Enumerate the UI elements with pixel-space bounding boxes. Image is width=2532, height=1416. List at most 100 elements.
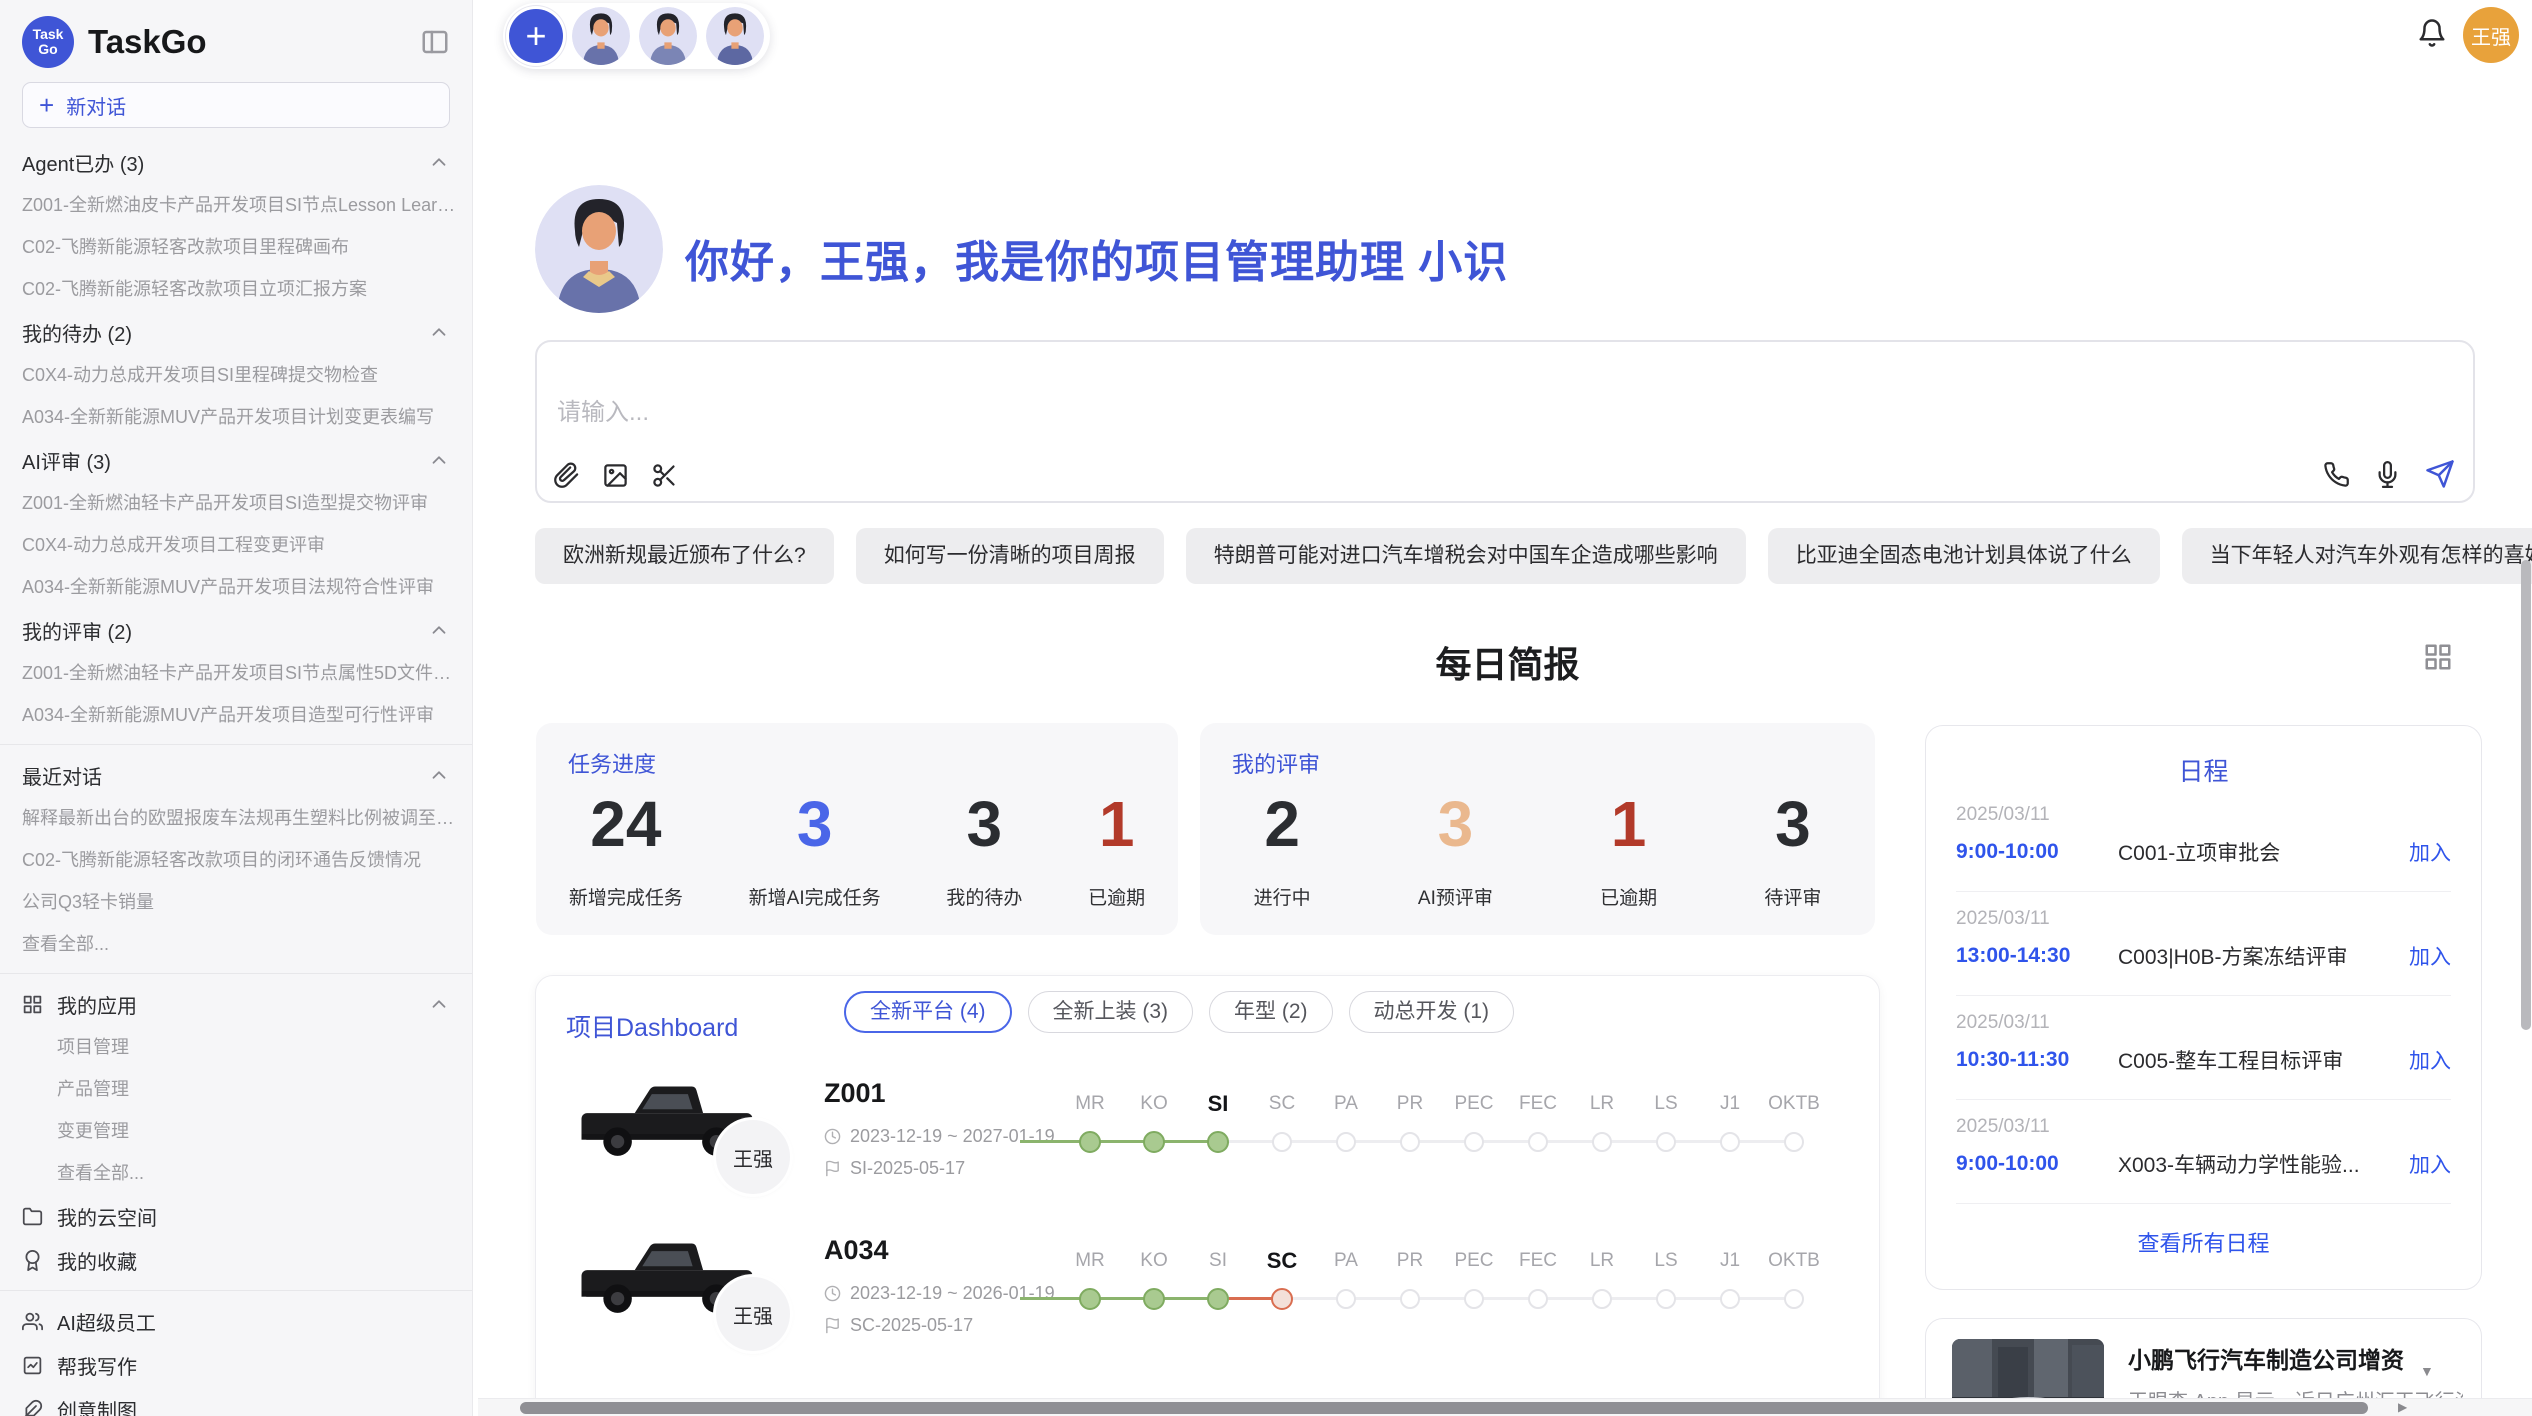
project-row[interactable]: 王强Z0012023-12-19 ~ 2027-01-19SI-2025-05-… — [536, 1034, 1879, 1191]
sidebar-task-item[interactable]: A034-全新新能源MUV产品开发项目造型可行性评审 — [0, 694, 472, 736]
chevron-up-icon — [428, 619, 450, 641]
new-chat-button[interactable]: + 新对话 — [22, 82, 450, 128]
write-icon — [22, 1355, 43, 1376]
sidebar-tool-draw[interactable]: 创意制图 — [0, 1387, 472, 1416]
attach-file-icon[interactable] — [553, 462, 580, 489]
sidebar-task-item[interactable]: A034-全新新能源MUV产品开发项目法规符合性评审 — [0, 566, 472, 608]
suggestion-chip[interactable]: 欧洲新规最近颁布了什么? — [535, 528, 834, 584]
join-meeting-link[interactable]: 加入 — [2409, 1149, 2451, 1179]
logo-line2: Go — [38, 42, 57, 57]
notification-bell-icon[interactable] — [2417, 18, 2447, 48]
sidebar-item-my-apps[interactable]: 我的应用 — [0, 982, 472, 1026]
sidebar-recent-item[interactable]: 解释最新出台的欧盟报废车法规再生塑料比例被调至15%... — [0, 797, 472, 839]
milestone-label: KO — [1122, 1089, 1186, 1119]
vertical-scrollbar-thumb[interactable] — [2521, 560, 2531, 1030]
session-avatar[interactable] — [572, 7, 630, 65]
milestone-dot — [1592, 1132, 1612, 1152]
sidebar-task-item[interactable]: Z001-全新燃油轻卡产品开发项目SI造型提交物评审 — [0, 482, 472, 524]
screenshot-icon[interactable] — [651, 462, 678, 489]
project-row[interactable]: 王强A0342023-12-19 ~ 2026-01-19SC-2025-05-… — [536, 1191, 1879, 1348]
clock-icon — [824, 1285, 841, 1302]
stat-item: 2进行中 — [1254, 787, 1311, 910]
attach-image-icon[interactable] — [602, 462, 629, 489]
dashboard-tab[interactable]: 全新上装 (3) — [1028, 991, 1194, 1033]
sidebar-recent-item[interactable]: C02-飞腾新能源轻客改款项目的闭环通告反馈情况 — [0, 839, 472, 881]
divider — [0, 973, 472, 974]
milestone-label: J1 — [1698, 1246, 1762, 1276]
session-avatar[interactable] — [639, 7, 697, 65]
milestone-dot — [1656, 1289, 1676, 1309]
scroll-down-arrow-icon[interactable]: ▼ — [2420, 1363, 2434, 1379]
horizontal-scrollbar-thumb[interactable] — [520, 1402, 2368, 1414]
milestone-label: FEC — [1506, 1089, 1570, 1119]
suggestion-chip[interactable]: 特朗普可能对进口汽车增税会对中国车企造成哪些影响 — [1186, 528, 1746, 584]
sidebar-recent-item[interactable]: 查看全部... — [0, 923, 472, 965]
suggestion-chip[interactable]: 当下年轻人对汽车外观有怎样的喜好趋势 — [2182, 528, 2532, 584]
sidebar-app-item[interactable]: 查看全部... — [0, 1152, 472, 1194]
sidebar-app-item[interactable]: 项目管理 — [0, 1026, 472, 1068]
sidebar-item-folder[interactable]: 我的云空间 — [0, 1194, 472, 1238]
add-session-button[interactable]: + — [509, 9, 563, 63]
milestone-dot — [1784, 1132, 1804, 1152]
sidebar-item-collection[interactable]: 我的收藏 — [0, 1238, 472, 1282]
send-icon[interactable] — [2425, 459, 2455, 489]
chevron-up-icon — [428, 449, 450, 471]
milestone-label: KO — [1122, 1246, 1186, 1276]
daily-briefing-title: 每日简报 — [535, 636, 2480, 688]
milestone-dot — [1592, 1289, 1612, 1309]
collapse-sidebar-icon[interactable] — [420, 27, 450, 57]
user-avatar-badge[interactable]: 王强 — [2463, 7, 2519, 63]
session-avatars — [572, 7, 764, 65]
schedule-date: 2025/03/11 — [1956, 1116, 2451, 1138]
scroll-right-arrow-icon[interactable]: ▶ — [2398, 1400, 2407, 1414]
sidebar-task-item[interactable]: Z001-全新燃油皮卡产品开发项目SI节点Lesson Learn报告 — [0, 184, 472, 226]
sidebar-task-item[interactable]: C0X4-动力总成开发项目工程变更评审 — [0, 524, 472, 566]
briefing-layout-icon[interactable] — [2423, 642, 2453, 672]
sidebar-section-header[interactable]: 我的待办 (2) — [0, 310, 472, 354]
view-all-schedule-link[interactable]: 查看所有日程 — [1926, 1226, 2481, 1258]
sidebar-section-header[interactable]: AI评审 (3) — [0, 438, 472, 482]
schedule-item: 2025/03/119:00-10:00X003-车辆动力学性能验...加入 — [1956, 1100, 2451, 1204]
join-meeting-link[interactable]: 加入 — [2409, 941, 2451, 971]
suggestion-chip[interactable]: 如何写一份清晰的项目周报 — [856, 528, 1164, 584]
sidebar-task-item[interactable]: A034-全新新能源MUV产品开发项目计划变更表编写 — [0, 396, 472, 438]
sidebar-task-item[interactable]: C0X4-动力总成开发项目SI里程碑提交物检查 — [0, 354, 472, 396]
stat-label: 新增AI完成任务 — [749, 883, 881, 910]
sidebar-app-item[interactable]: 变更管理 — [0, 1110, 472, 1152]
sidebar-task-item[interactable]: Z001-全新燃油轻卡产品开发项目SI节点属性5D文件评审 — [0, 652, 472, 694]
dashboard-tab[interactable]: 动总开发 (1) — [1349, 991, 1515, 1033]
stat-item: 1已逾期 — [1600, 787, 1657, 910]
dashboard-tab[interactable]: 年型 (2) — [1209, 991, 1333, 1033]
sidebar-app-item[interactable]: 产品管理 — [0, 1068, 472, 1110]
sidebar-task-item[interactable]: C02-飞腾新能源轻客改款项目立项汇报方案 — [0, 268, 472, 310]
message-input[interactable] — [555, 398, 1559, 428]
owner-avatar: 王强 — [716, 1120, 790, 1194]
sidebar-section-header-title: Agent已办 (3) — [22, 148, 428, 177]
sidebar-tool-ai-staff[interactable]: AI超级员工 — [0, 1299, 472, 1343]
sidebar-task-item[interactable]: C02-飞腾新能源轻客改款项目里程碑画布 — [0, 226, 472, 268]
schedule-date: 2025/03/11 — [1956, 804, 2451, 826]
stat-item: 3新增AI完成任务 — [749, 787, 881, 910]
sidebar-recent-item[interactable]: 公司Q3轻卡销量 — [0, 881, 472, 923]
milestone-dot — [1207, 1131, 1229, 1153]
session-avatar[interactable] — [706, 7, 764, 65]
suggestion-chips: 欧洲新规最近颁布了什么? 如何写一份清晰的项目周报特朗普可能对进口汽车增税会对中国… — [535, 528, 2532, 584]
milestone-dot — [1656, 1132, 1676, 1152]
join-meeting-link[interactable]: 加入 — [2409, 837, 2451, 867]
join-meeting-link[interactable]: 加入 — [2409, 1045, 2451, 1075]
sidebar-recent-header[interactable]: 最近对话 — [0, 753, 472, 797]
milestone-label: PA — [1314, 1246, 1378, 1276]
sidebar-item-label: 我的云空间 — [57, 1202, 450, 1231]
sidebar-section-header[interactable]: Agent已办 (3) — [0, 140, 472, 184]
milestone-dot — [1336, 1132, 1356, 1152]
sidebar-tool-write[interactable]: 帮我写作 — [0, 1343, 472, 1387]
suggestion-chip[interactable]: 比亚迪全固态电池计划具体说了什么 — [1768, 528, 2160, 584]
voice-call-icon[interactable] — [2323, 461, 2350, 488]
microphone-icon[interactable] — [2374, 461, 2401, 488]
sidebar-section-header[interactable]: 我的评审 (2) — [0, 608, 472, 652]
milestone-dot — [1784, 1289, 1804, 1309]
horizontal-scrollbar[interactable]: ▶ — [478, 1398, 2532, 1416]
chat-input-card[interactable] — [535, 340, 2475, 503]
stat-value: 3 — [1418, 787, 1493, 861]
dashboard-tab[interactable]: 全新平台 (4) — [844, 991, 1012, 1033]
